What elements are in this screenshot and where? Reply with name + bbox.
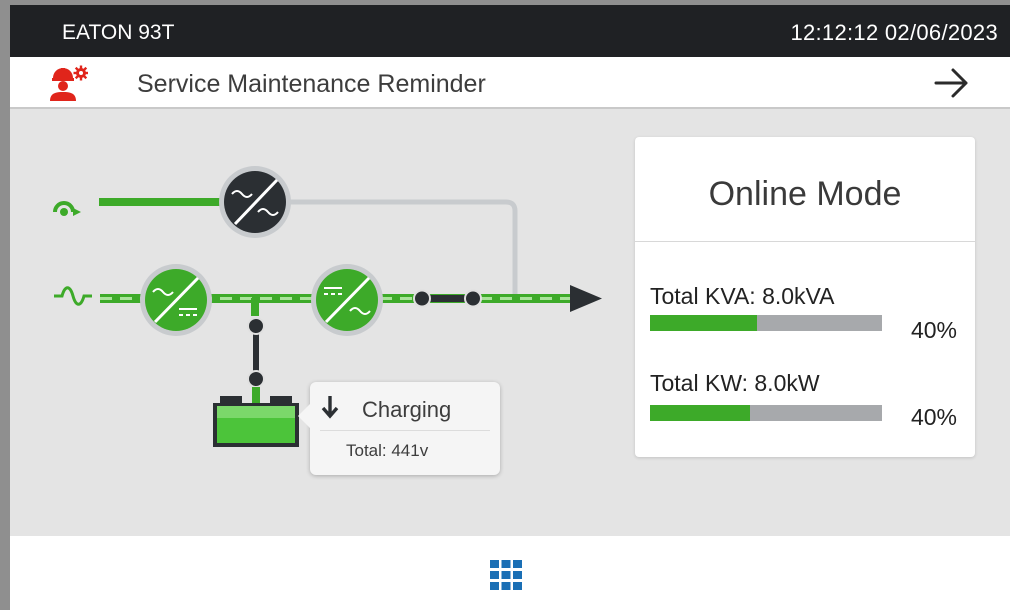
battery-breaker-node-bottom xyxy=(247,370,265,388)
mode-header: Online Mode xyxy=(635,137,975,242)
battery-icon xyxy=(213,396,299,447)
grid-menu-icon[interactable] xyxy=(490,560,522,590)
ac-input-icon xyxy=(54,286,92,306)
static-switch-icon xyxy=(219,166,291,238)
battery-total: Total: 441v xyxy=(346,441,429,460)
output-arrow-icon xyxy=(570,285,602,312)
kw-bar-fill xyxy=(650,405,750,421)
arrow-down-icon xyxy=(321,396,339,419)
ups-screen: EATON 93T 12:12:12 02/06/2023 Service Ma… xyxy=(10,5,1010,610)
kw-percent: 40% xyxy=(910,404,957,430)
kva-bar xyxy=(650,315,882,331)
popup-divider xyxy=(320,430,490,431)
kw-bar xyxy=(650,405,882,421)
mode-title: Online Mode xyxy=(708,175,902,213)
output-breaker-node-left xyxy=(413,289,431,308)
battery-breaker-node-top xyxy=(247,317,265,335)
kva-percent: 40% xyxy=(910,317,957,343)
rectifier-icon xyxy=(140,264,212,336)
kva-bar-fill xyxy=(650,315,757,331)
kw-label: Total KW: 8.0kW xyxy=(650,370,820,396)
battery-status: Charging xyxy=(362,397,452,422)
bypass-source-icon xyxy=(53,201,81,216)
navigation-bar xyxy=(10,536,1010,610)
mode-card: Online Mode Total KVA: 8.0kVA 40% Total … xyxy=(635,137,975,457)
kva-label: Total KVA: 8.0kVA xyxy=(650,283,835,309)
inverter-icon xyxy=(311,264,383,336)
battery-status-popup: Charging Total: 441v xyxy=(298,382,500,475)
output-breaker-node-right xyxy=(464,289,482,308)
bypass-line-green xyxy=(99,198,230,206)
